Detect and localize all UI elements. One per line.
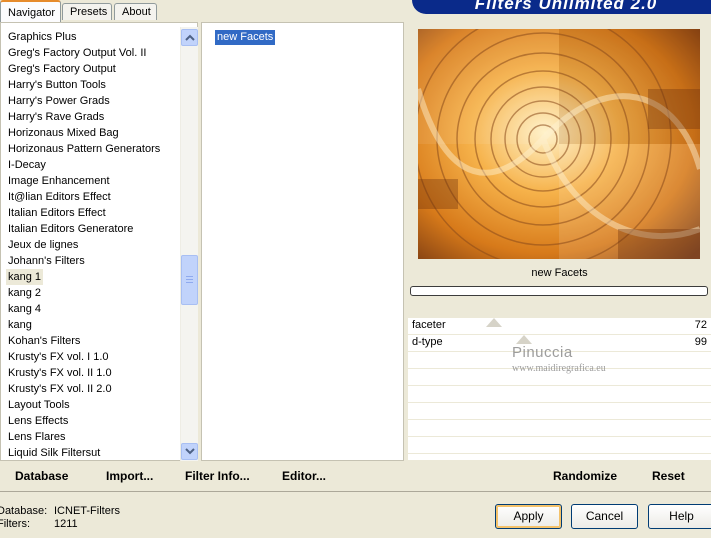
scroll-grip xyxy=(186,282,193,283)
filters-count: 1211 xyxy=(54,518,78,530)
scroll-grip xyxy=(186,276,193,277)
parameter-panel: faceter 72 d-type 99 xyxy=(408,318,711,460)
slider-marker-icon[interactable] xyxy=(486,318,502,327)
param-row-faceter[interactable]: faceter 72 xyxy=(408,318,711,335)
param-value: 72 xyxy=(694,319,707,331)
category-item[interactable]: Johann's Filters xyxy=(8,253,85,269)
apply-button[interactable]: Apply xyxy=(495,504,562,529)
category-item[interactable]: Harry's Power Grads xyxy=(8,93,110,109)
filters-label: Filters: xyxy=(0,518,30,530)
tab-label: Presets xyxy=(70,6,108,18)
category-item[interactable]: Jeux de lignes xyxy=(8,237,78,253)
category-item[interactable]: kang 4 xyxy=(8,301,41,317)
filter-preview-image xyxy=(418,29,700,259)
category-item[interactable]: Italian Editors Generatore xyxy=(8,221,133,237)
slider-marker-icon[interactable] xyxy=(516,335,532,344)
param-row-empty xyxy=(408,420,711,437)
divider xyxy=(0,491,711,492)
tab-navigator[interactable]: Navigator xyxy=(0,0,61,22)
database-button[interactable]: Database xyxy=(15,469,68,483)
param-row-empty xyxy=(408,386,711,403)
category-item[interactable]: Harry's Rave Grads xyxy=(8,109,104,125)
tab-about[interactable]: About xyxy=(114,3,157,20)
watermark-text: Pinuccia xyxy=(512,344,573,361)
action-bar: Database Import... Filter Info... Editor… xyxy=(0,461,711,491)
category-item[interactable]: It@lian Editors Effect xyxy=(8,189,111,205)
param-row-empty xyxy=(408,403,711,420)
category-item[interactable]: Horizonaus Mixed Bag xyxy=(8,125,119,141)
scroll-down-button[interactable] xyxy=(181,443,198,460)
randomize-button[interactable]: Randomize xyxy=(553,469,617,483)
selected-filter-title: new Facets xyxy=(531,267,588,279)
preview-panel xyxy=(408,22,711,262)
category-item[interactable]: kang 1 xyxy=(6,269,44,285)
category-item[interactable]: Horizonaus Pattern Generators xyxy=(8,141,160,157)
category-item[interactable]: kang 2 xyxy=(8,285,41,301)
filter-list[interactable]: new Facets xyxy=(201,22,404,461)
watermark-url: www.maidiregrafica.eu xyxy=(512,363,606,374)
category-item[interactable]: Krusty's FX vol. II 1.0 xyxy=(8,365,112,381)
filter-item[interactable]: new Facets xyxy=(215,30,276,45)
tab-label: Navigator xyxy=(8,7,56,19)
scroll-thumb[interactable] xyxy=(181,255,198,305)
category-item[interactable]: Lens Effects xyxy=(8,413,68,429)
category-item[interactable]: Italian Editors Effect xyxy=(8,205,106,221)
banner-title: Filters Unlimited 2.0 xyxy=(474,0,658,13)
tab-presets[interactable]: Presets xyxy=(62,3,112,20)
category-item[interactable]: Kohan's Filters xyxy=(8,333,80,349)
database-label: Database: xyxy=(0,505,48,517)
scroll-grip xyxy=(186,279,193,280)
category-item[interactable]: Harry's Button Tools xyxy=(8,77,106,93)
category-item[interactable]: Graphics Plus xyxy=(8,29,76,45)
chevron-down-icon xyxy=(185,448,195,455)
category-item[interactable]: I-Decay xyxy=(8,157,46,173)
param-value: 99 xyxy=(694,336,707,348)
filter-info-button[interactable]: Filter Info... xyxy=(185,469,250,483)
category-item[interactable]: Liquid Silk Filtersut xyxy=(8,445,100,460)
category-item[interactable]: Greg's Factory Output xyxy=(8,61,116,77)
cancel-button[interactable]: Cancel xyxy=(571,504,638,529)
app-banner: Filters Unlimited 2.0 xyxy=(412,0,711,14)
category-scrollbar[interactable] xyxy=(180,27,198,461)
param-label: d-type xyxy=(412,336,443,348)
reset-button[interactable]: Reset xyxy=(652,469,685,483)
chevron-up-icon xyxy=(185,34,195,41)
tab-label: About xyxy=(122,6,151,18)
scroll-up-button[interactable] xyxy=(181,29,198,46)
param-row-empty xyxy=(408,437,711,454)
category-item[interactable]: Greg's Factory Output Vol. II xyxy=(8,45,146,61)
param-label: faceter xyxy=(412,319,446,331)
category-item[interactable]: Layout Tools xyxy=(8,397,70,413)
category-item[interactable]: kang xyxy=(8,317,32,333)
import-button[interactable]: Import... xyxy=(106,469,153,483)
category-item[interactable]: Lens Flares xyxy=(8,429,65,445)
category-item[interactable]: Image Enhancement xyxy=(8,173,110,189)
progress-bar xyxy=(410,286,708,296)
category-item[interactable]: Krusty's FX vol. II 2.0 xyxy=(8,381,112,397)
category-item[interactable]: Krusty's FX vol. I 1.0 xyxy=(8,349,109,365)
category-list[interactable]: Graphics Plus Greg's Factory Output Vol. … xyxy=(0,22,198,461)
help-button[interactable]: Help xyxy=(648,504,711,529)
database-value: ICNET-Filters xyxy=(54,505,120,517)
editor-button[interactable]: Editor... xyxy=(282,469,326,483)
